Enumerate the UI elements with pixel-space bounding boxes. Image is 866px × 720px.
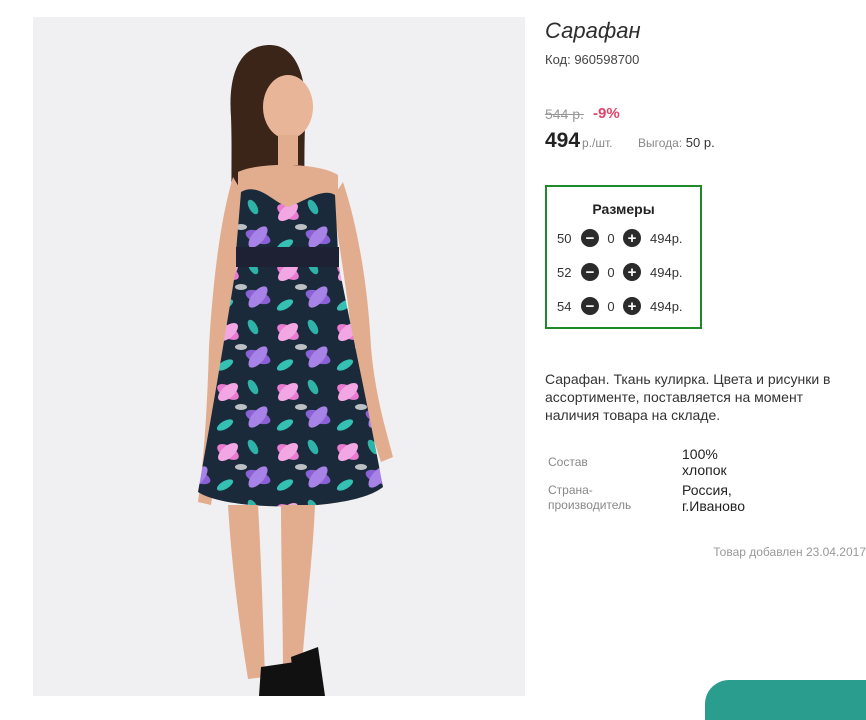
plus-circle-icon[interactable]: +	[623, 263, 641, 281]
product-code: Код: 960598700	[545, 52, 640, 67]
quantity-value: 0	[607, 298, 615, 314]
spec-value-composition: 100% хлопок	[682, 446, 727, 478]
discount-badge: -9%	[593, 105, 620, 122]
spec-value-line: г.Иваново	[682, 498, 745, 514]
spec-value-line: Россия,	[682, 482, 732, 498]
quantity-value: 0	[607, 264, 615, 280]
size-label: 52	[557, 264, 572, 280]
minus-circle-icon[interactable]: −	[581, 297, 599, 315]
spec-label-line: производитель	[548, 498, 632, 512]
saving-label: Выгода:	[638, 136, 683, 150]
size-label: 50	[557, 230, 572, 246]
size-price: 494р.	[650, 230, 683, 246]
quantity-value: 0	[607, 230, 615, 246]
price-unit: р./шт.	[582, 136, 613, 150]
old-price: 544 р.	[545, 106, 584, 122]
product-description: Сарафан. Ткань кулирка. Цвета и рисунки …	[545, 371, 831, 423]
plus-circle-icon[interactable]: +	[623, 229, 641, 247]
product-photo[interactable]	[33, 17, 525, 696]
spec-value-country: Россия, г.Иваново	[682, 482, 745, 514]
current-price: 494	[545, 129, 581, 152]
spec-label-country: Страна- производитель	[548, 483, 631, 513]
minus-circle-icon[interactable]: −	[581, 229, 599, 247]
product-title: Сарафан	[545, 18, 641, 43]
minus-circle-icon[interactable]: −	[581, 263, 599, 281]
saving: Выгода: 50 р.	[638, 135, 715, 150]
size-row: 52 − 0 + 494р.	[557, 262, 683, 282]
spec-value-line: хлопок	[682, 462, 727, 478]
size-label: 54	[557, 298, 572, 314]
plus-circle-icon[interactable]: +	[623, 297, 641, 315]
saving-value: 50 р.	[685, 135, 715, 150]
sizes-title: Размеры	[592, 201, 655, 217]
size-price: 494р.	[650, 298, 683, 314]
teal-corner-shape	[705, 680, 866, 720]
sizes-panel: Размеры 50 − 0 + 494р. 52 − 0 + 494р. 54…	[545, 185, 702, 329]
spec-value-line: 100%	[682, 446, 718, 462]
size-row: 50 − 0 + 494р.	[557, 228, 683, 248]
size-price: 494р.	[650, 264, 683, 280]
added-date: Товар добавлен 23.04.2017	[713, 545, 866, 559]
price-row: 494 р./шт.	[545, 129, 613, 153]
size-row: 54 − 0 + 494р.	[557, 296, 683, 316]
spec-label-composition: Состав	[548, 455, 588, 469]
spec-label-line: Страна-	[548, 483, 593, 497]
